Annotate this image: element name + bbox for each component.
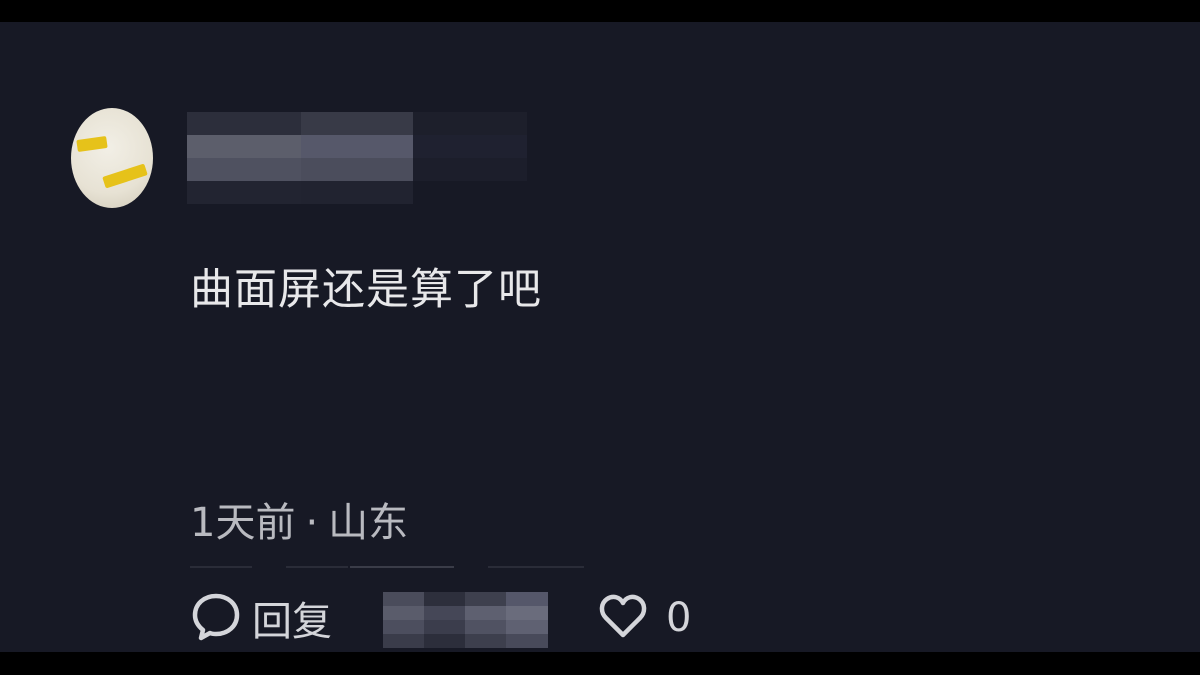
like-count: 0: [666, 595, 692, 641]
comment-meta: 1天前 · 山东: [190, 490, 408, 548]
comment-actions: 回复 0: [190, 590, 710, 648]
comment-time: 1天前: [190, 500, 296, 546]
reply-label: 回复: [252, 599, 332, 645]
avatar-sticker: [102, 163, 148, 189]
like-button[interactable]: 0: [598, 590, 691, 646]
meta-separator: ·: [305, 500, 319, 546]
speech-bubble-icon: [190, 590, 242, 646]
username-redacted[interactable]: [187, 112, 527, 204]
reply-button[interactable]: 回复: [190, 590, 332, 646]
avatar-sticker: [76, 135, 108, 153]
avatar[interactable]: [71, 108, 153, 208]
comment-location: 山东: [328, 500, 409, 546]
comment-card: 曲面屏还是算了吧 1天前 · 山东 回复 0: [0, 22, 1200, 652]
comment-text: 曲面屏还是算了吧: [190, 265, 542, 315]
heart-icon: [598, 592, 648, 644]
divider: [190, 566, 590, 568]
redacted-block: [383, 592, 548, 648]
